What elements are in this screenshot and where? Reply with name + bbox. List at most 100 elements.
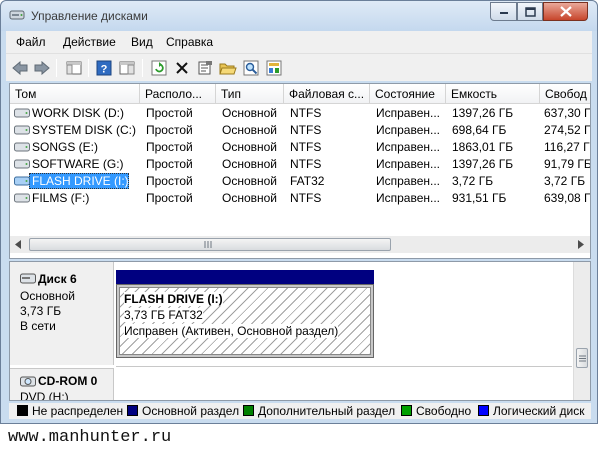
- legend-label-extended: Дополнительный раздел: [258, 404, 396, 418]
- volume-layout: Простой: [146, 174, 193, 188]
- column-header-status[interactable]: Состояние: [370, 84, 446, 104]
- volume-name: SONGS (E:): [32, 140, 99, 154]
- title-bar[interactable]: Управление дисками: [1, 1, 597, 31]
- forward-arrow-icon: [34, 61, 50, 75]
- scroll-right-arrow-icon[interactable]: [577, 240, 585, 249]
- footer: www.manhunter.ru: [0, 424, 598, 452]
- maximize-button[interactable]: [517, 2, 543, 21]
- column-header-filesystem[interactable]: Файловая с...: [284, 84, 370, 104]
- volume-type: Основной: [222, 157, 278, 171]
- volume-status: Исправен...: [376, 106, 441, 120]
- volume-filesystem: NTFS: [290, 157, 322, 171]
- cdrom0-label-panel[interactable]: CD-ROM 0 DVD (H:): [10, 368, 114, 401]
- table-row[interactable]: WORK DISK (D:) Простой Основной NTFS Исп…: [10, 105, 590, 122]
- column-header-type[interactable]: Тип: [216, 84, 284, 104]
- partition-size-fs: 3,73 ГБ FAT32: [124, 308, 203, 322]
- grip-icon: [204, 241, 212, 248]
- cdrom-icon: [20, 376, 36, 387]
- disk-management-app-icon: [9, 10, 25, 20]
- menu-view[interactable]: Вид: [131, 35, 153, 49]
- forward-button[interactable]: [32, 58, 52, 78]
- partition-name: FLASH DRIVE (I:): [124, 292, 223, 306]
- disk6-name: Диск 6: [38, 272, 77, 286]
- volume-drive-icon: [14, 159, 30, 169]
- menu-action[interactable]: Действие: [63, 35, 116, 49]
- table-row[interactable]: FILMS (F:) Простой Основной NTFS Исправе…: [10, 190, 591, 207]
- search-button[interactable]: [241, 58, 261, 78]
- disk6-label-panel[interactable]: Диск 6 Основной 3,73 ГБ В сети: [10, 262, 114, 365]
- volume-layout: Простой: [146, 106, 193, 120]
- disk-divider: [116, 366, 572, 367]
- volume-status: Исправен...: [376, 191, 441, 205]
- partition-primary-header-bar: [116, 270, 374, 284]
- table-row[interactable]: SOFTWARE (G:) Простой Основной NTFS Испр…: [10, 156, 590, 173]
- vertical-scroll-thumb[interactable]: [576, 348, 588, 368]
- svg-text:?: ?: [101, 64, 108, 76]
- volume-free: 3,72 ГБ: [544, 174, 586, 188]
- vertical-scrollbar[interactable]: [573, 262, 590, 400]
- toolbar-separator: [88, 59, 89, 77]
- volume-capacity: 1397,26 ГБ: [452, 106, 514, 120]
- legend-bar: Не распределен Основной раздел Дополните…: [9, 403, 591, 419]
- volume-type: Основной: [222, 191, 278, 205]
- properties-view-button[interactable]: [117, 58, 137, 78]
- properties-button[interactable]: [195, 58, 215, 78]
- legend-label-unallocated: Не распределен: [32, 404, 124, 418]
- menu-help[interactable]: Справка: [166, 35, 213, 49]
- back-button[interactable]: [10, 58, 30, 78]
- volume-type: Основной: [222, 140, 278, 154]
- minimize-icon: [499, 11, 508, 14]
- window-title: Управление дисками: [31, 9, 148, 23]
- toolbar-separator: [56, 59, 57, 77]
- volume-capacity: 931,51 ГБ: [452, 191, 507, 205]
- legend-label-logical: Логический диск: [493, 404, 585, 418]
- volume-drive-icon: [14, 125, 30, 135]
- horizontal-scrollbar[interactable]: [10, 236, 590, 253]
- minimize-button[interactable]: [490, 2, 517, 21]
- volume-drive-icon: [14, 142, 30, 152]
- volume-capacity: 1863,01 ГБ: [452, 140, 514, 154]
- table-row[interactable]: SONGS (E:) Простой Основной NTFS Исправе…: [10, 139, 590, 156]
- column-header-volume[interactable]: Том: [10, 84, 140, 104]
- properties-icon: [198, 61, 212, 75]
- delete-button[interactable]: [172, 58, 192, 78]
- horizontal-scroll-thumb[interactable]: [29, 238, 391, 251]
- volume-filesystem: NTFS: [290, 123, 322, 137]
- partition-flash-drive[interactable]: FLASH DRIVE (I:) 3,73 ГБ FAT32 Исправен …: [116, 284, 374, 358]
- open-folder-button[interactable]: [218, 58, 238, 78]
- grip-icon: [579, 355, 586, 362]
- volume-status: Исправен...: [376, 140, 441, 154]
- refresh-button[interactable]: [149, 58, 169, 78]
- show-hide-tree-button[interactable]: [64, 58, 84, 78]
- toolbar-separator: [142, 59, 143, 77]
- column-header-capacity[interactable]: Емкость: [446, 84, 540, 104]
- volume-list: Том Располо... Тип Файловая с... Состоян…: [9, 83, 591, 259]
- maximize-icon: [524, 6, 536, 17]
- volume-free: 639,08 ГБ: [544, 191, 591, 205]
- legend-swatch-unallocated: [17, 405, 28, 416]
- volume-capacity: 698,64 ГБ: [452, 123, 507, 137]
- column-header-layout[interactable]: Располо...: [140, 84, 216, 104]
- menu-file[interactable]: Файл: [16, 35, 46, 49]
- volume-filesystem: NTFS: [290, 140, 322, 154]
- table-row-selected[interactable]: FLASH DRIVE (I:) Простой Основной FAT32 …: [10, 173, 590, 190]
- disk-icon: [20, 273, 36, 284]
- volume-status: Исправен...: [376, 157, 441, 171]
- show-hide-tree-icon: [66, 61, 82, 75]
- scroll-left-arrow-icon[interactable]: [14, 240, 22, 249]
- partition-status: Исправен (Активен, Основной раздел): [124, 324, 339, 338]
- cdrom0-type: DVD (H:): [20, 390, 69, 401]
- export-button[interactable]: [264, 58, 284, 78]
- disk6-status: В сети: [20, 319, 56, 333]
- table-row[interactable]: SYSTEM DISK (C:) Простой Основной NTFS И…: [10, 122, 590, 139]
- refresh-icon: [151, 60, 167, 76]
- back-arrow-icon: [12, 61, 28, 75]
- legend-swatch-primary: [127, 405, 138, 416]
- help-button[interactable]: ?: [94, 58, 114, 78]
- volume-name: FLASH DRIVE (I:): [32, 174, 129, 188]
- column-header-free[interactable]: Свобод: [540, 84, 590, 104]
- volume-name: FILMS (F:): [32, 191, 90, 205]
- close-button[interactable]: [543, 2, 588, 21]
- flash-drive-icon: [14, 176, 30, 186]
- watermark-url: www.manhunter.ru: [8, 428, 172, 447]
